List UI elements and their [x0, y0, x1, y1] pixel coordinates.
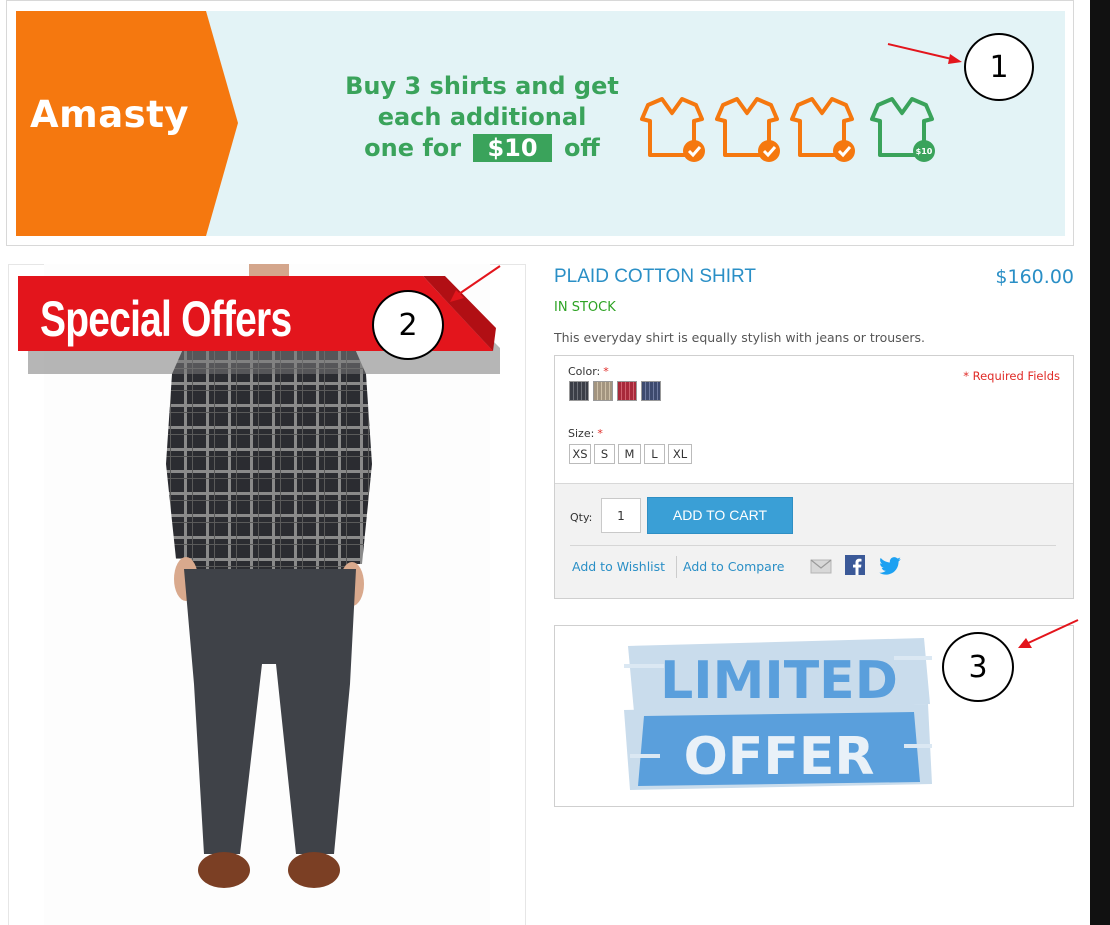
callout-arrow [450, 265, 501, 302]
product-description: This everyday shirt is equally stylish w… [554, 330, 926, 345]
product-title: PLAID COTTON SHIRT [554, 266, 756, 287]
promo-price-tag: $10 [473, 134, 552, 162]
callout-arrow [1018, 619, 1079, 648]
promo-text: Buy 3 shirts and get each additional one… [312, 71, 652, 164]
required-fields-note: * Required Fields [963, 369, 1060, 383]
callout-3: 3 [942, 632, 1014, 702]
limited-text: LIMITED [660, 651, 898, 711]
divider [570, 545, 1056, 546]
callout-arrow [887, 43, 962, 64]
facebook-icon[interactable] [845, 555, 865, 575]
swatch-color-3[interactable] [617, 381, 637, 401]
link-separator [676, 556, 677, 578]
callout-2: 2 [372, 290, 444, 360]
add-to-wishlist-link[interactable]: Add to Wishlist [572, 559, 665, 574]
color-label-text: Color [568, 365, 597, 378]
promo-line-1: Buy 3 shirts and get [345, 72, 619, 100]
limited-offer-graphic: LIMITED OFFER [624, 638, 932, 790]
promo-line-3: one for $10 off [312, 133, 652, 164]
size-m-button[interactable]: M [618, 444, 641, 464]
size-s-button[interactable]: S [594, 444, 615, 464]
product-price: $160.00 [995, 266, 1074, 288]
add-to-cart-button[interactable]: ADD TO CART [647, 497, 793, 534]
swatch-color-4[interactable] [641, 381, 661, 401]
offer-text: OFFER [684, 727, 875, 787]
size-xl-button[interactable]: XL [668, 444, 692, 464]
swatch-color-1[interactable] [569, 381, 589, 401]
size-l-button[interactable]: L [644, 444, 665, 464]
shirt-discount-icon: $10 [870, 97, 935, 162]
size-xs-button[interactable]: XS [569, 444, 591, 464]
size-label-text: Size [568, 427, 591, 440]
promo-line-2: each additional [377, 103, 587, 131]
twitter-icon[interactable] [879, 557, 901, 575]
brand-logo: Amasty [30, 93, 189, 136]
shirt-discount-badge: $10 [916, 147, 933, 156]
color-option-label: Color: * [568, 365, 609, 378]
brand-logo-text: masty [59, 93, 189, 136]
shirt-checked-icon [715, 97, 780, 162]
required-star: * [603, 365, 609, 378]
brand-logo-letter: A [30, 93, 60, 136]
window-edge [1090, 0, 1110, 925]
stock-status: IN STOCK [554, 300, 616, 315]
qty-input[interactable] [601, 498, 641, 533]
swatch-color-2[interactable] [593, 381, 613, 401]
promo-line-3-start: one for [364, 134, 462, 162]
email-icon[interactable] [810, 559, 832, 574]
callout-1: 1 [964, 33, 1034, 101]
size-option-label: Size: * [568, 427, 603, 440]
required-star: * [597, 427, 603, 440]
add-to-compare-link[interactable]: Add to Compare [683, 559, 784, 574]
special-offers-label: Special Offers [40, 291, 292, 347]
shirt-checked-icon [640, 97, 705, 162]
qty-label: Qty: [570, 511, 593, 524]
promo-line-3-end: off [563, 134, 600, 162]
shirt-checked-icon [790, 97, 855, 162]
